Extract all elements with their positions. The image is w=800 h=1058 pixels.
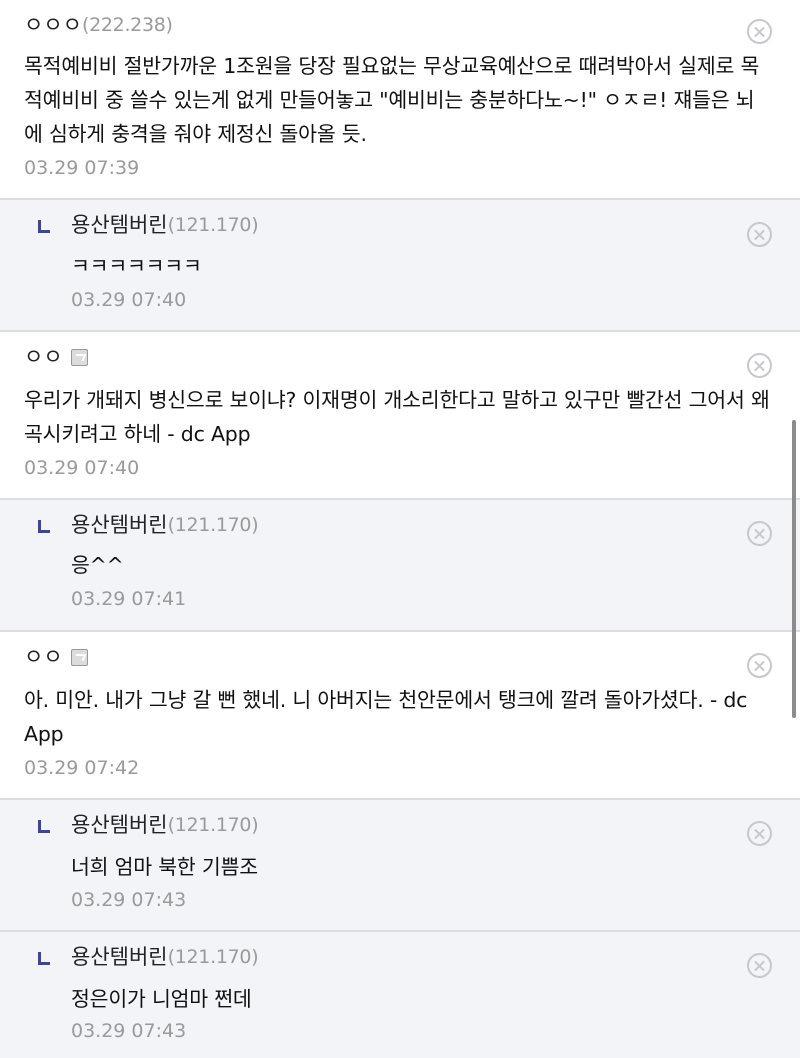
comment-timestamp: 03.29 07:39 [24,157,140,179]
reply-arrow-icon [38,952,50,965]
fixed-nickname-icon [70,648,88,666]
reply-timestamp: 03.29 07:43 [71,1020,187,1042]
reply-author: 용산템버린 (121.170) [71,812,259,838]
comment-timestamp: 03.29 07:42 [24,757,140,779]
delete-reply-icon[interactable] [747,222,772,247]
reply-arrow-icon [38,220,50,233]
nickname[interactable]: ㅇㅇㅇ [24,12,82,38]
comment-author: ㅇㅇㅇ (222.238) [24,12,173,38]
delete-reply-icon[interactable] [747,953,772,978]
delete-comment-icon[interactable] [747,653,772,678]
reply-timestamp: 03.29 07:41 [71,588,187,610]
comment-author: ㅇㅇ [24,344,88,370]
reply-arrow-icon [38,520,50,533]
comment-text: 목적예비비 절반가까운 1조원을 당장 필요없는 무상교육예산으로 때려박아서 … [24,54,760,146]
delete-comment-icon[interactable] [747,19,772,44]
delete-comment-icon[interactable] [747,353,772,378]
reply-item: 용산템버린 (121.170) 정은이가 니엄마 쩐데 03.29 07:43 [0,932,800,1058]
comment-item: ㅇㅇ 아. 미안. 내가 그냥 갈 뻔 했네. 니 아버지는 천안문에서 탱크에… [0,632,800,800]
reply-text: ㅋㅋㅋㅋㅋㅋㅋ [71,254,202,278]
comment-list: ㅇㅇㅇ (222.238) 목적예비비 절반가까운 1조원을 당장 필요없는 무상… [0,0,800,1058]
reply-item: 용산템버린 (121.170) 응^^ 03.29 07:41 [0,500,800,632]
comment-item: ㅇㅇㅇ (222.238) 목적예비비 절반가까운 1조원을 당장 필요없는 무상… [0,0,800,200]
delete-reply-icon[interactable] [747,521,772,546]
ip-address: (121.170) [167,814,259,836]
reply-text: 너희 엄마 북한 기쁨조 [71,855,258,879]
ip-address: (121.170) [167,214,259,236]
reply-author: 용산템버린 (121.170) [71,944,259,970]
scrollbar[interactable] [792,420,796,718]
reply-text: 정은이가 니엄마 쩐데 [71,987,252,1011]
comment-timestamp: 03.29 07:40 [24,457,140,479]
nickname[interactable]: 용산템버린 [71,944,168,970]
nickname[interactable]: ㅇㅇ [24,344,63,370]
reply-item: 용산템버린 (121.170) 너희 엄마 북한 기쁨조 03.29 07:43 [0,800,800,932]
ip-address: (121.170) [167,946,259,968]
reply-author: 용산템버린 (121.170) [71,212,259,238]
reply-author: 용산템버린 (121.170) [71,512,259,538]
nickname[interactable]: ㅇㅇ [24,644,63,670]
nickname[interactable]: 용산템버린 [71,212,168,238]
comment-item: ㅇㅇ 우리가 개돼지 병신으로 보이냐? 이재명이 개소리한다고 말하고 있구만… [0,332,800,500]
comment-author: ㅇㅇ [24,644,88,670]
comment-text: 우리가 개돼지 병신으로 보이냐? 이재명이 개소리한다고 말하고 있구만 빨간… [24,388,770,446]
comment-text: 아. 미안. 내가 그냥 갈 뻔 했네. 니 아버지는 천안문에서 탱크에 깔려… [24,688,748,746]
nickname[interactable]: 용산템버린 [71,512,168,538]
reply-text: 응^^ [71,553,124,577]
ip-address: (222.238) [81,14,173,36]
reply-arrow-icon [38,820,50,833]
nickname[interactable]: 용산템버린 [71,812,168,838]
reply-timestamp: 03.29 07:40 [71,289,187,311]
ip-address: (121.170) [167,514,259,536]
reply-item: 용산템버린 (121.170) ㅋㅋㅋㅋㅋㅋㅋ 03.29 07:40 [0,200,800,332]
reply-timestamp: 03.29 07:43 [71,889,187,911]
fixed-nickname-icon [70,348,88,366]
delete-reply-icon[interactable] [747,821,772,846]
